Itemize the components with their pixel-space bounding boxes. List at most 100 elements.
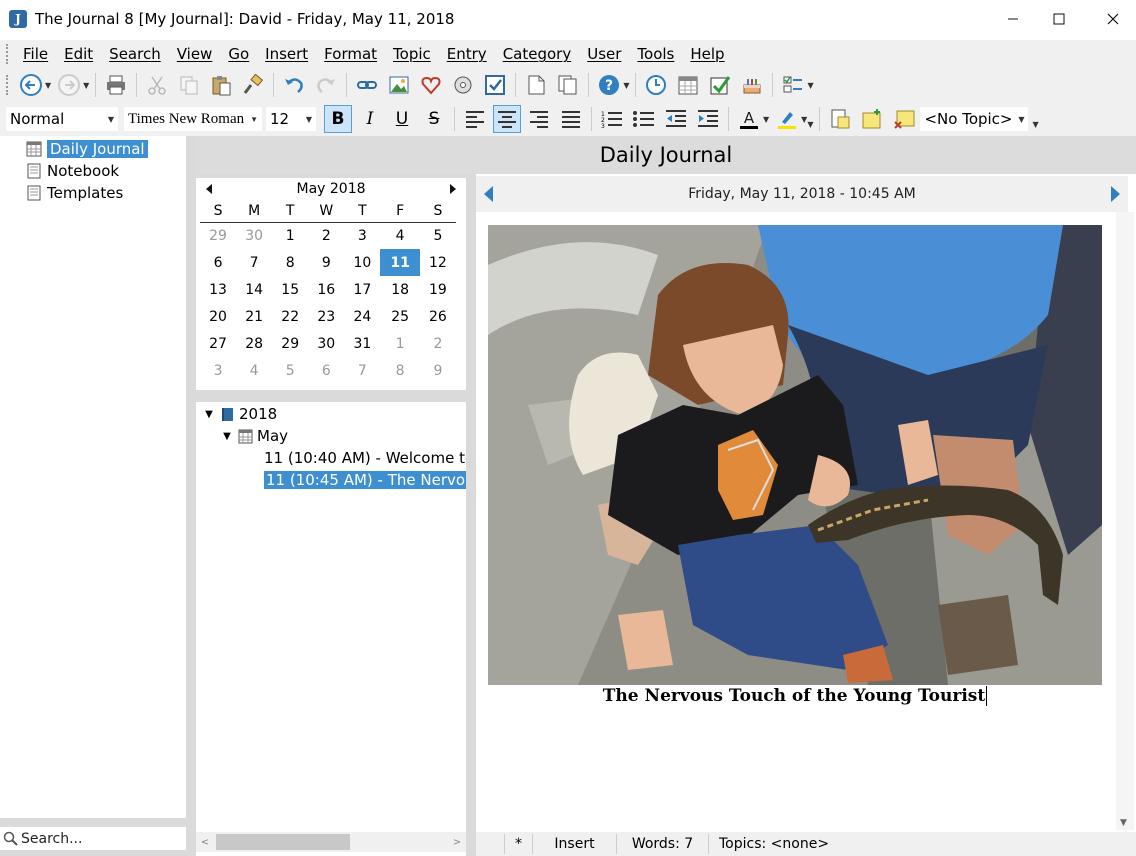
calendar-day[interactable]: 25 <box>380 303 419 330</box>
menu-format[interactable]: Format <box>316 45 385 63</box>
menu-category[interactable]: Category <box>495 45 580 63</box>
calendar-day[interactable]: 19 <box>420 276 456 303</box>
back-button[interactable] <box>17 71 45 99</box>
calendar-day[interactable]: 8 <box>272 249 308 276</box>
scroll-right-icon[interactable]: > <box>448 837 466 848</box>
nav-item-daily-journal[interactable]: Daily Journal <box>26 138 186 160</box>
remove-topic-button[interactable] <box>890 105 918 133</box>
overflow-dropdown-icon[interactable]: ▼ <box>807 81 813 90</box>
calendar-day[interactable]: 30 <box>236 222 272 249</box>
calendar-day[interactable]: 29 <box>272 330 308 357</box>
birthday-button[interactable] <box>738 71 766 99</box>
new-entry-button[interactable] <box>522 71 550 99</box>
calendar-day[interactable]: 27 <box>200 330 236 357</box>
calendar-day[interactable]: 7 <box>344 357 380 384</box>
calendar-day[interactable]: 20 <box>200 303 236 330</box>
overflow-dropdown-icon[interactable]: ▼ <box>1032 120 1038 129</box>
font-color-dropdown-icon[interactable]: ▼ <box>763 115 769 124</box>
new-topic-button[interactable] <box>858 105 886 133</box>
minimize-button[interactable] <box>990 0 1036 38</box>
insert-picture-button[interactable] <box>385 71 413 99</box>
duplicate-entry-button[interactable] <box>554 71 582 99</box>
menu-insert[interactable]: Insert <box>257 45 316 63</box>
entry-photo[interactable] <box>488 225 1102 685</box>
tree-horizontal-scrollbar[interactable]: < > <box>196 832 466 852</box>
indent-button[interactable] <box>694 105 722 133</box>
tasks-button[interactable] <box>706 71 734 99</box>
italic-button[interactable]: I <box>356 105 384 133</box>
menu-topic[interactable]: Topic <box>385 45 439 63</box>
align-center-button[interactable] <box>493 105 521 133</box>
calendar-month-label[interactable]: May 2018 <box>296 181 365 197</box>
strikethrough-button[interactable]: S <box>420 105 448 133</box>
close-button[interactable] <box>1090 0 1136 38</box>
maximize-button[interactable] <box>1036 0 1082 38</box>
insert-checkbox-button[interactable] <box>481 71 509 99</box>
calendar-day[interactable]: 28 <box>236 330 272 357</box>
copy-button[interactable] <box>175 71 203 99</box>
collapse-icon[interactable]: ▼ <box>220 431 234 442</box>
back-dropdown-icon[interactable]: ▼ <box>45 81 51 90</box>
menu-user[interactable]: User <box>579 45 629 63</box>
bold-button[interactable]: B <box>324 105 352 133</box>
calendar-day[interactable]: 26 <box>420 303 456 330</box>
style-select[interactable]: Normal ▼ <box>6 107 118 131</box>
font-size-select[interactable]: 12 ▼ <box>266 107 316 131</box>
scroll-left-icon[interactable]: < <box>196 837 214 848</box>
calendar-day[interactable]: 31 <box>344 330 380 357</box>
calendar-day[interactable]: 16 <box>308 276 344 303</box>
tree-node-entry[interactable]: 11 (10:40 AM) - Welcome to <box>196 447 466 469</box>
help-dropdown-icon[interactable]: ▼ <box>623 81 629 90</box>
cut-button[interactable] <box>143 71 171 99</box>
calendar-day[interactable]: 21 <box>236 303 272 330</box>
calendar-day[interactable]: 5 <box>272 357 308 384</box>
help-button[interactable]: ? <box>595 71 623 99</box>
calendar-button[interactable] <box>674 71 702 99</box>
highlight-button[interactable] <box>773 105 801 133</box>
calendar-day[interactable]: 7 <box>236 249 272 276</box>
underline-button[interactable]: U <box>388 105 416 133</box>
calendar-day[interactable]: 17 <box>344 276 380 303</box>
calendar-day[interactable]: 8 <box>380 357 419 384</box>
insert-emoticon-button[interactable] <box>417 71 445 99</box>
next-month-button[interactable] <box>448 183 458 195</box>
forward-dropdown-icon[interactable]: ▼ <box>83 81 89 90</box>
calendar-day[interactable]: 9 <box>308 249 344 276</box>
insert-audio-button[interactable] <box>449 71 477 99</box>
tree-node-entry-selected[interactable]: 11 (10:45 AM) - The Nervous <box>196 469 466 491</box>
calendar-day[interactable]: 1 <box>380 330 419 357</box>
align-right-button[interactable] <box>525 105 553 133</box>
justify-button[interactable] <box>557 105 585 133</box>
align-left-button[interactable] <box>461 105 489 133</box>
overflow-dropdown-icon[interactable]: ▼ <box>807 120 813 129</box>
prev-entry-button[interactable] <box>482 185 494 203</box>
search-field[interactable]: Search... <box>0 826 186 850</box>
calendar-day[interactable]: 4 <box>380 222 419 249</box>
undo-button[interactable] <box>280 71 308 99</box>
calendar-day[interactable]: 5 <box>420 222 456 249</box>
entry-vertical-scrollbar[interactable]: ▼ <box>1116 212 1134 830</box>
menu-tools[interactable]: Tools <box>629 45 682 63</box>
redo-button[interactable] <box>312 71 340 99</box>
forward-button[interactable] <box>55 71 83 99</box>
calendar-day[interactable]: 3 <box>200 357 236 384</box>
calendar-day[interactable]: 22 <box>272 303 308 330</box>
nav-item-templates[interactable]: Templates <box>26 182 186 204</box>
print-button[interactable] <box>102 71 130 99</box>
calendar-day[interactable]: 18 <box>380 276 419 303</box>
calendar-day[interactable]: 3 <box>344 222 380 249</box>
status-mode[interactable]: Insert <box>532 834 616 854</box>
entry-caption[interactable]: The Nervous Touch of the Young Tourist <box>488 686 1102 706</box>
bullet-list-button[interactable] <box>630 105 658 133</box>
pane-splitter[interactable] <box>196 390 466 402</box>
calendar-day[interactable]: 14 <box>236 276 272 303</box>
calendar-day[interactable]: 6 <box>200 249 236 276</box>
calendar-day[interactable]: 2 <box>420 330 456 357</box>
scroll-down-icon[interactable]: ▼ <box>1120 818 1127 828</box>
calendar-day[interactable]: 13 <box>200 276 236 303</box>
calendar-day[interactable]: 1 <box>272 222 308 249</box>
calendar-day[interactable]: 10 <box>344 249 380 276</box>
menu-go[interactable]: Go <box>220 45 257 63</box>
menu-view[interactable]: View <box>169 45 221 63</box>
topic-select[interactable]: <No Topic> ▼ <box>920 107 1029 131</box>
